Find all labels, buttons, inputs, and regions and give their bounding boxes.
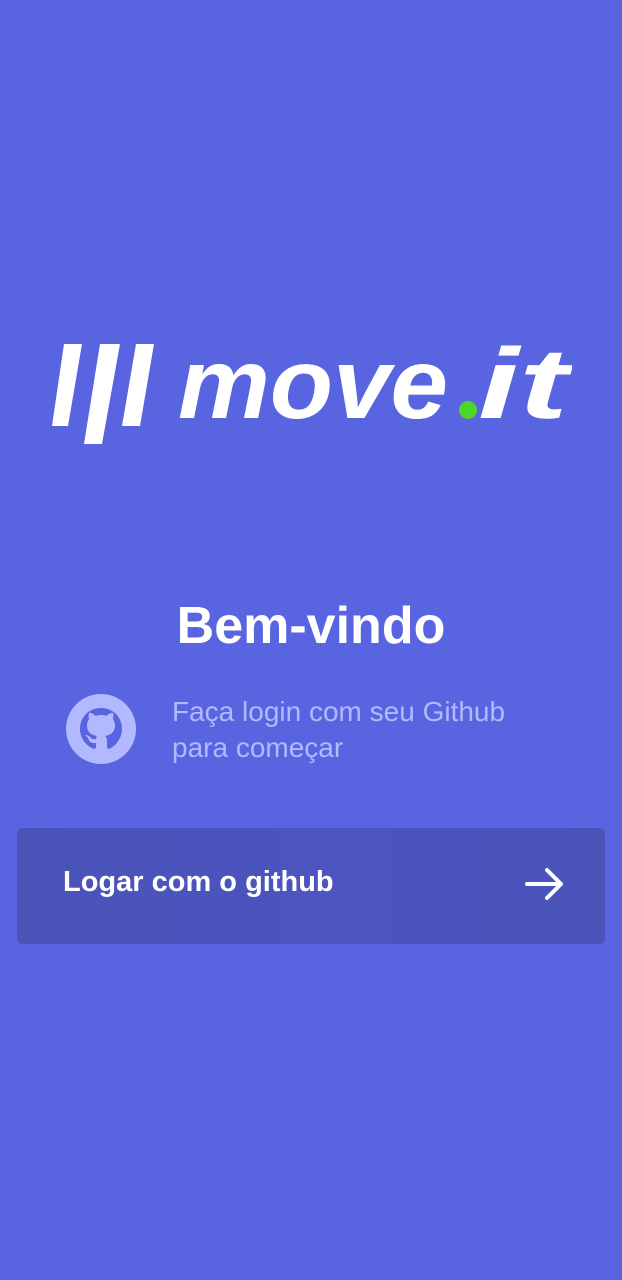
- logo-text-main: move: [178, 332, 448, 440]
- logo-bars-icon: [52, 344, 154, 444]
- app-logo: move it: [50, 332, 572, 448]
- github-icon: [66, 694, 136, 764]
- logo-text-suffix: it: [478, 332, 572, 440]
- login-button-label: Logar com o github: [63, 866, 334, 898]
- logo-graphic: move it: [52, 332, 572, 444]
- logo-dot: [459, 401, 477, 419]
- hint-line-1: Faça login com seu Github: [172, 696, 506, 727]
- welcome-title: Bem-vindo: [176, 597, 446, 655]
- arrow-right-icon: [525, 868, 563, 900]
- hint-text: Faça login com seu Github para começar: [172, 694, 582, 766]
- github-hint: Faça login com seu Github para começar: [62, 694, 582, 774]
- hint-line-2: para começar: [172, 732, 344, 763]
- login-github-button[interactable]: Logar com o github: [17, 828, 605, 944]
